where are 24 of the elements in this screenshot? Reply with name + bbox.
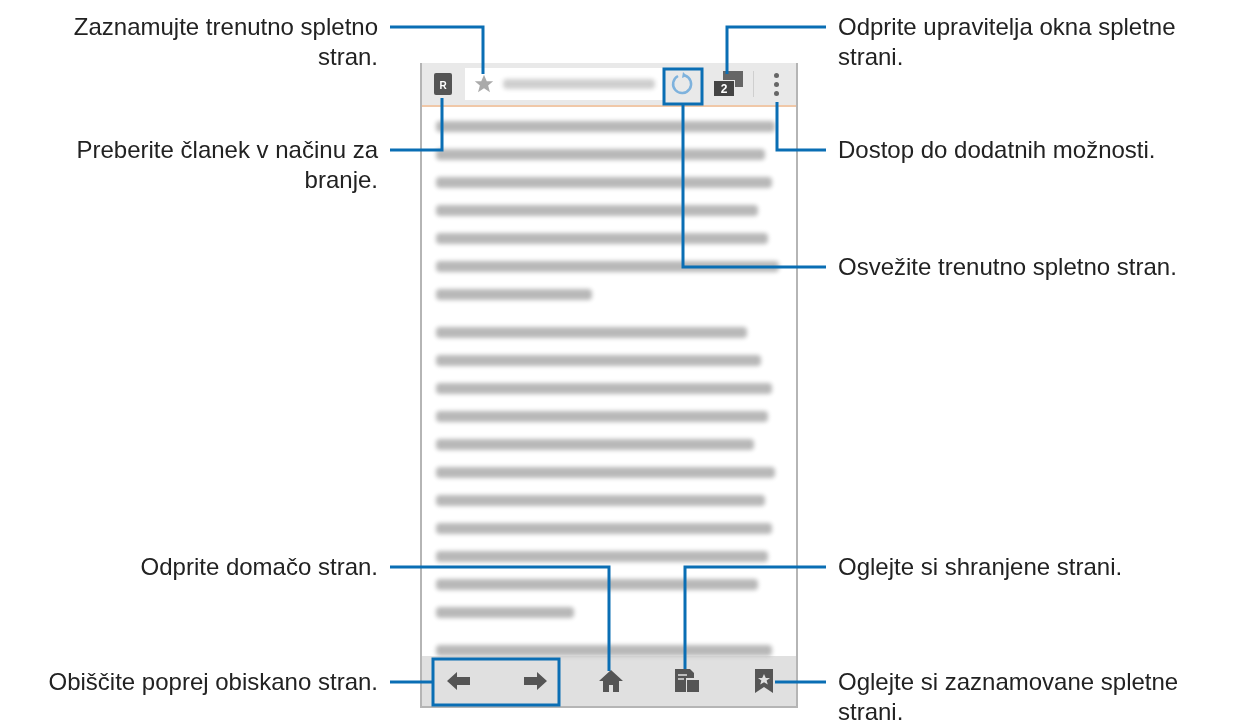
highlight-frame — [662, 67, 704, 106]
menu-icon[interactable] — [774, 72, 779, 96]
home-icon[interactable] — [598, 669, 624, 693]
bookmark-icon[interactable] — [754, 668, 774, 694]
leader-line — [390, 98, 444, 152]
leader-line — [775, 680, 826, 684]
star-icon[interactable] — [473, 73, 495, 95]
callout-text: Osvežite trenutno spletno stran. — [838, 252, 1177, 282]
callout-text: Odprite upravitelja okna spletne strani. — [838, 12, 1176, 72]
refresh-icon — [669, 71, 695, 97]
back-arrow-icon[interactable] — [447, 671, 471, 691]
reader-button[interactable]: R — [434, 73, 452, 95]
url-field[interactable] — [465, 68, 663, 100]
callout-text: Preberite članek v načinu za branje. — [76, 135, 378, 195]
leader-line — [390, 680, 432, 684]
callout-text: Oglejte si zaznamovane spletne strani. — [838, 667, 1179, 725]
tabs-button[interactable]: 2 — [713, 71, 743, 97]
callout-text: Dostop do dodatnih možnosti. — [838, 135, 1156, 165]
saved-pages-icon[interactable] — [674, 668, 700, 694]
callout-text: Odprite domačo stran. — [140, 552, 378, 582]
callout-text: Oglejte si shranjene strani. — [838, 552, 1123, 582]
forward-arrow-icon[interactable] — [523, 671, 547, 691]
callout-text: Zaznamujte trenutno spletno stran. — [73, 12, 378, 72]
callout-text: Obiščite poprej obiskano stran. — [48, 667, 378, 697]
